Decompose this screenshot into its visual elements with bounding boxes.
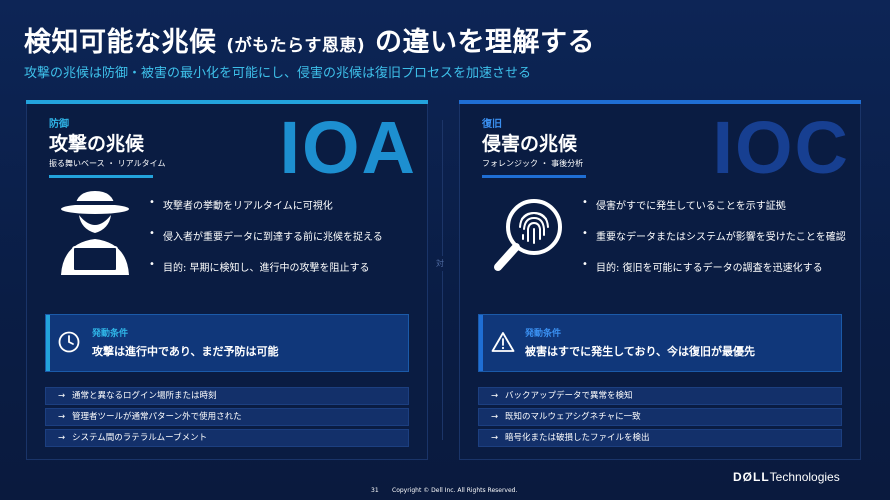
ioc-label: 復旧	[482, 119, 502, 130]
ioa-example-row: → 通常と異なるログイン場所または時刻	[45, 387, 409, 405]
arrow-icon: →	[491, 391, 499, 401]
page-title: 検知可能な兆候 (がもたらす恩恵) の違いを理解する	[24, 20, 595, 59]
arrow-icon: →	[58, 433, 66, 443]
logo-suffix: Technologies	[769, 470, 840, 484]
ioa-example-row: → システム間のラテラルムーブメント	[45, 429, 409, 447]
ioa-bullet: 侵入者が重要データに到達する前に兆候を捉える	[149, 228, 383, 259]
ioc-example-text: 既知のマルウェアシグネチャに一致	[505, 412, 641, 422]
ioc-panel: 復旧 侵害の兆候 フォレンジック ・ 事後分析 IOC 侵害がすでに発生している…	[459, 100, 861, 460]
center-divider	[442, 120, 443, 440]
arrow-icon: →	[491, 412, 499, 422]
ioc-heading: 侵害の兆候	[482, 133, 578, 155]
logo-brand: DØLL	[733, 470, 770, 484]
ioc-bullets: 侵害がすでに発生していることを示す証拠 重要なデータまたはシステムが影響を受けた…	[582, 197, 846, 290]
arrow-icon: →	[491, 433, 499, 443]
ioc-bullet: 目的: 復旧を可能にするデータの調査を迅速化する	[582, 259, 846, 290]
title-paren: (がもたらす恩恵)	[226, 36, 366, 56]
ioc-code: IOC	[712, 106, 850, 189]
ioa-example-text: 管理者ツールが通常パターン外で使用された	[72, 412, 242, 422]
ioa-bullet: 目的: 早期に検知し、進行中の攻撃を阻止する	[149, 259, 383, 290]
ioa-example-text: 通常と異なるログイン場所または時刻	[72, 391, 217, 401]
ioa-condition-box: 発動条件 攻撃は進行中であり、まだ予防は可能	[45, 314, 409, 372]
ioc-condition-label: 発動条件	[525, 329, 562, 339]
ioa-heading: 攻撃の兆候	[49, 133, 145, 155]
ioa-underline	[49, 175, 153, 178]
ioa-bullet: 攻撃者の挙動をリアルタイムに可視化	[149, 197, 383, 228]
ioc-tagline: フォレンジック ・ 事後分析	[482, 159, 584, 168]
ioc-example-row: → 暗号化または破損したファイルを検出	[478, 429, 842, 447]
ioc-top-bar	[459, 100, 861, 104]
fingerprint-search-icon	[488, 189, 568, 281]
title-tail: の違いを理解する	[375, 27, 596, 58]
ioc-condition-bar	[479, 315, 483, 371]
ioa-condition-bar	[46, 315, 50, 371]
ioa-example-text: システム間のラテラルムーブメント	[72, 433, 208, 443]
ioc-example-text: バックアップデータで異常を検知	[505, 391, 633, 401]
ioa-examples: → 通常と異なるログイン場所または時刻 → 管理者ツールが通常パターン外で使用された…	[45, 387, 409, 450]
ioc-examples: → バックアップデータで異常を検知 → 既知のマルウェアシグネチャに一致 → 暗号化ま…	[478, 387, 842, 450]
slide: 検知可能な兆候 (がもたらす恩恵) の違いを理解する 攻撃の兆候は防御・被害の最…	[0, 0, 890, 500]
ioa-bullets: 攻撃者の挙動をリアルタイムに可視化 侵入者が重要データに到達する前に兆候を捉える…	[149, 197, 383, 290]
ioa-condition-label: 発動条件	[92, 329, 129, 339]
vs-label: 対	[436, 256, 444, 271]
ioa-label: 防御	[49, 119, 69, 130]
ioa-code: IOA	[279, 106, 417, 189]
ioc-condition-text: 被害はすでに発生しており、今は復旧が最優先	[525, 345, 756, 358]
ioc-bullet: 重要なデータまたはシステムが影響を受けたことを確認	[582, 228, 846, 259]
ioa-tagline: 振る舞いベース ・ リアルタイム	[49, 159, 166, 168]
ioc-bullet: 侵害がすでに発生していることを示す証拠	[582, 197, 846, 228]
arrow-icon: →	[58, 391, 66, 401]
copyright: Copyright © Dell Inc. All Rights Reserve…	[392, 487, 518, 494]
hacker-icon	[55, 189, 135, 281]
ioa-panel: 防御 攻撃の兆候 振る舞いベース ・ リアルタイム IOA 攻撃者の挙動をリアル…	[26, 100, 428, 460]
title-main: 検知可能な兆候	[24, 27, 217, 58]
ioc-underline	[482, 175, 586, 178]
page-number: 31	[371, 487, 379, 494]
ioa-example-row: → 管理者ツールが通常パターン外で使用された	[45, 408, 409, 426]
ioc-example-row: → 既知のマルウェアシグネチャに一致	[478, 408, 842, 426]
ioc-condition-box: 発動条件 被害はすでに発生しており、今は復旧が最優先	[478, 314, 842, 372]
warning-icon	[491, 331, 515, 357]
ioa-condition-text: 攻撃は進行中であり、まだ予防は可能	[92, 345, 279, 358]
arrow-icon: →	[58, 412, 66, 422]
ioc-example-row: → バックアップデータで異常を検知	[478, 387, 842, 405]
page-subtitle: 攻撃の兆候は防御・被害の最小化を可能にし、侵害の兆候は復旧プロセスを加速させる	[24, 66, 532, 81]
clock-icon	[58, 331, 80, 357]
ioa-top-bar	[26, 100, 428, 104]
dell-logo: DØLLTechnologies	[733, 470, 840, 484]
ioc-example-text: 暗号化または破損したファイルを検出	[505, 433, 650, 443]
